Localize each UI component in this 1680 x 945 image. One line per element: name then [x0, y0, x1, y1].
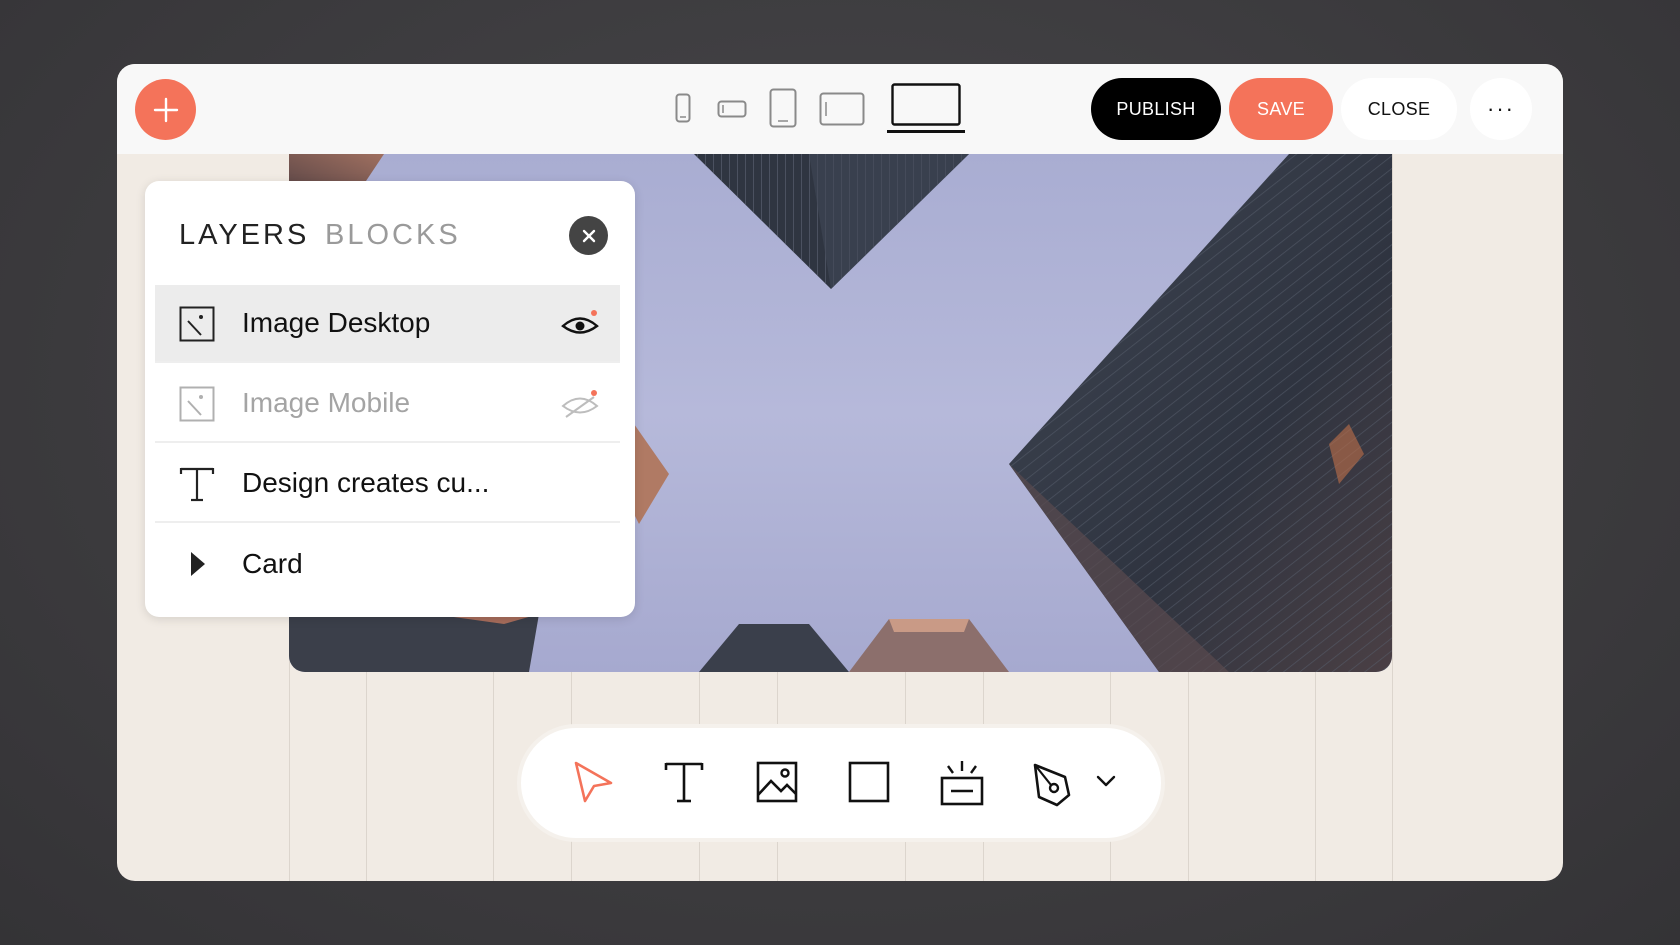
- image-icon: [179, 386, 215, 422]
- layer-label: Design creates cu...: [242, 467, 490, 498]
- more-options-button[interactable]: ···: [1470, 78, 1532, 140]
- spotlight-tool-icon: [940, 761, 984, 806]
- add-button[interactable]: [135, 79, 196, 140]
- layer-item-image-mobile[interactable]: Image Mobile: [155, 365, 620, 443]
- close-icon: [582, 229, 595, 242]
- tablet-landscape-icon: [819, 92, 865, 126]
- image-tool-icon: [756, 761, 798, 803]
- tab-layers[interactable]: LAYERS: [179, 219, 309, 252]
- tablet-portrait-icon: [769, 88, 797, 128]
- tab-blocks[interactable]: BLOCKS: [325, 219, 461, 252]
- layer-item-text[interactable]: Design creates cu...: [155, 445, 620, 523]
- mobile-landscape-icon: [717, 100, 747, 118]
- top-bar: PUBLISH SAVE CLOSE ···: [117, 64, 1563, 154]
- pointer-icon: [574, 761, 613, 803]
- eye-visible-icon[interactable]: [560, 309, 600, 339]
- device-desktop-button[interactable]: [891, 83, 961, 127]
- close-button[interactable]: CLOSE: [1341, 78, 1457, 140]
- text-tool-button[interactable]: [663, 759, 705, 805]
- image-tool-button[interactable]: [755, 759, 799, 805]
- publish-button[interactable]: PUBLISH: [1091, 78, 1221, 140]
- pointer-tool-button[interactable]: [571, 759, 615, 805]
- tool-bar: [521, 728, 1161, 838]
- text-icon: [179, 467, 215, 502]
- active-device-indicator: [887, 130, 965, 133]
- rectangle-tool-button[interactable]: [847, 759, 891, 805]
- pen-tool-icon: [1033, 763, 1071, 807]
- text-tool-icon: [664, 762, 704, 803]
- layer-label: Image Mobile: [242, 387, 411, 418]
- device-tablet-portrait-button[interactable]: [769, 88, 797, 128]
- device-mobile-portrait-button[interactable]: [675, 93, 691, 123]
- mobile-portrait-icon: [675, 93, 691, 123]
- panel-close-button[interactable]: [569, 216, 608, 255]
- pen-tool-button[interactable]: [1031, 759, 1075, 807]
- expand-triangle-icon[interactable]: [179, 546, 215, 582]
- desktop-icon: [891, 83, 961, 126]
- spotlight-tool-button[interactable]: [939, 759, 985, 807]
- device-mobile-landscape-button[interactable]: [717, 100, 747, 118]
- layers-panel: LAYERS BLOCKS Image Desktop Image Mobile…: [145, 181, 635, 617]
- layer-item-card[interactable]: Card: [155, 525, 620, 603]
- save-button[interactable]: SAVE: [1229, 78, 1333, 140]
- rectangle-tool-icon: [848, 761, 890, 803]
- layer-label: Image Desktop: [242, 307, 431, 338]
- device-tablet-landscape-button[interactable]: [819, 92, 865, 126]
- layer-label: Card: [242, 548, 303, 579]
- more-tools-dropdown[interactable]: [1095, 774, 1117, 788]
- image-icon: [179, 306, 215, 342]
- eye-hidden-icon[interactable]: [560, 389, 600, 419]
- chevron-down-icon: [1096, 775, 1116, 787]
- editor-window: PUBLISH SAVE CLOSE ··· LAYERS BLOCKS Ima…: [117, 64, 1563, 881]
- plus-icon: [153, 97, 178, 122]
- layer-item-image-desktop[interactable]: Image Desktop: [155, 285, 620, 363]
